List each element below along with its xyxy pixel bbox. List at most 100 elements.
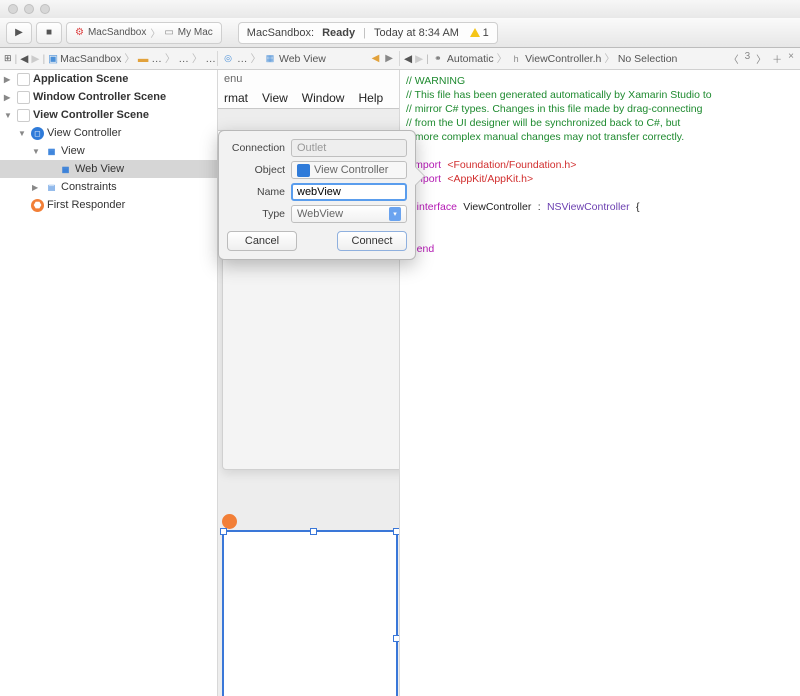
scene-icon [17, 91, 30, 104]
window-titlebar [0, 0, 800, 18]
app-icon: ⚙ [75, 27, 84, 38]
resize-handle-icon[interactable] [393, 528, 400, 535]
jump-bar: ⊞ | ◀ ▶ | ▣ MacSandbox 〉 ▬ … 〉 … 〉 … ◎ …… [0, 48, 800, 70]
scene-icon [17, 73, 30, 86]
status-time: Today at 8:34 AM [374, 27, 459, 39]
warning-count: 1 [483, 27, 489, 39]
chevron-down-icon: ▾ [389, 207, 401, 221]
stop-icon: ■ [46, 27, 52, 38]
connection-label: Connection [227, 142, 285, 154]
scheme-selector[interactable]: ⚙ MacSandbox 〉 ▭ My Mac [66, 22, 222, 44]
menu-bar-preview: enu rmat View Window Help [218, 70, 399, 109]
jump-folder-icon[interactable]: ▬ [138, 53, 149, 65]
disclosure-triangle-icon[interactable]: ▼ [4, 111, 14, 120]
source-editor[interactable]: // WARNING // This file has been generat… [400, 70, 800, 696]
view-icon: ▦ [264, 53, 276, 65]
menu-item[interactable]: Window [302, 91, 345, 105]
outline-item-constraints[interactable]: ▶▤Constraints [0, 178, 217, 196]
outline-item-window-controller-scene[interactable]: ▶Window Controller Scene [0, 88, 217, 106]
scheme-device-label: My Mac [178, 27, 213, 38]
outline-item-view-controller[interactable]: ▼◻View Controller [0, 124, 217, 142]
next-icon[interactable]: ▶ [383, 53, 395, 64]
activity-status: MacSandbox: Ready | Today at 8:34 AM 1 [238, 22, 498, 44]
traffic-lights [8, 4, 50, 14]
type-combobox[interactable]: WebView▾ [291, 205, 407, 223]
jump-bar-navigator: ⊞ | ◀ ▶ | ▣ MacSandbox 〉 ▬ … 〉 … 〉 … [0, 51, 218, 66]
jump-bar-editor: ◀ ▶ | ⚭ Automatic 〉 h ViewController.h 〉… [400, 51, 800, 66]
outline-item-application-scene[interactable]: ▶Application Scene [0, 70, 217, 88]
related-icon[interactable]: ◎ [222, 53, 234, 65]
stop-button[interactable]: ■ [36, 22, 62, 44]
next-counterpart-icon[interactable]: 〉 [754, 51, 768, 66]
close-window-icon[interactable] [8, 4, 18, 14]
run-button[interactable]: ▶ [6, 22, 32, 44]
outline-item-view[interactable]: ▼▦View [0, 142, 217, 160]
resize-handle-icon[interactable] [310, 528, 317, 535]
outline-item-first-responder[interactable]: ⬣First Responder [0, 196, 217, 214]
view-icon: ▦ [45, 145, 58, 158]
chevron-right-icon: 〉 [124, 51, 135, 66]
viewcontroller-icon: ◻ [31, 127, 44, 140]
zoom-window-icon[interactable] [40, 4, 50, 14]
menu-item[interactable]: Help [358, 91, 383, 105]
nav-forward-icon[interactable]: ▶ [31, 53, 39, 65]
name-label: Name [227, 186, 285, 198]
cancel-button[interactable]: Cancel [227, 231, 297, 251]
play-icon: ▶ [15, 27, 23, 38]
close-assistant-icon[interactable]: × [786, 51, 796, 66]
warning-icon [470, 28, 480, 37]
view-icon: ▦ [59, 163, 72, 176]
selected-webview-frame[interactable] [222, 530, 398, 696]
status-separator: | [363, 27, 366, 39]
constraints-icon: ▤ [45, 181, 58, 194]
nav-back-icon[interactable]: ◀ [20, 53, 28, 65]
disclosure-triangle-icon[interactable]: ▼ [18, 129, 28, 138]
disclosure-triangle-icon[interactable]: ▶ [4, 93, 14, 102]
resize-handle-icon[interactable] [393, 635, 400, 642]
prev-icon[interactable]: ◀ [370, 53, 382, 64]
linked-icon[interactable]: ⚭ [432, 53, 444, 65]
status-project: MacSandbox: [247, 27, 314, 39]
add-assistant-icon[interactable]: ＋ [770, 51, 784, 66]
mac-icon: ▭ [164, 27, 173, 38]
disclosure-triangle-icon[interactable]: ▼ [32, 147, 42, 156]
scene-icon [17, 109, 30, 122]
chevron-right-icon: 〉 [150, 25, 160, 40]
object-label: Object [227, 164, 285, 176]
object-field: View Controller [291, 161, 407, 179]
toolbar: ▶ ■ ⚙ MacSandbox 〉 ▭ My Mac MacSandbox: … [0, 18, 800, 48]
nav-forward-icon[interactable]: ▶ [415, 53, 423, 65]
chevron-right-icon: 〉 [165, 51, 176, 66]
type-label: Type [227, 208, 285, 220]
first-responder-icon: ⬣ [31, 199, 44, 212]
status-state: Ready [322, 27, 355, 39]
outline-item-web-view[interactable]: ▦Web View [0, 160, 217, 178]
disclosure-triangle-icon[interactable]: ▶ [4, 75, 14, 84]
jump-file[interactable]: ViewController.h [525, 53, 601, 65]
resize-handle-icon[interactable] [220, 528, 227, 535]
menu-item[interactable]: View [262, 91, 288, 105]
document-outline: ▶Application Scene ▶Window Controller Sc… [0, 70, 218, 696]
jump-mode[interactable]: Automatic [447, 53, 494, 65]
disclosure-triangle-icon[interactable]: ▶ [32, 183, 42, 192]
warning-badge[interactable]: 1 [470, 27, 489, 39]
name-input[interactable]: webView [291, 183, 407, 201]
minimize-window-icon[interactable] [24, 4, 34, 14]
menu-item[interactable]: rmat [224, 91, 248, 105]
jump-selection[interactable]: No Selection [618, 53, 678, 65]
header-file-icon: h [510, 53, 522, 65]
layout-grid-icon[interactable]: ⊞ [4, 53, 12, 65]
connection-type-select[interactable]: Outlet [291, 139, 407, 157]
connection-popover: Connection Outlet Object View Controller… [218, 130, 416, 260]
project-icon: ▣ [48, 53, 58, 65]
jump-bar-canvas: ◎ … 〉 ▦ Web View ◀ ▶ [218, 51, 400, 66]
counterpart-index: 3 [743, 51, 753, 66]
scheme-app-label: MacSandbox [88, 27, 146, 38]
jump-project[interactable]: ▣ MacSandbox [48, 53, 121, 65]
outline-item-view-controller-scene[interactable]: ▼View Controller Scene [0, 106, 217, 124]
viewcontroller-icon [297, 164, 310, 177]
connect-button[interactable]: Connect [337, 231, 407, 251]
prev-counterpart-icon[interactable]: 〈 [727, 51, 741, 66]
nav-back-icon[interactable]: ◀ [404, 53, 412, 65]
scene-dock-icon[interactable] [222, 514, 237, 529]
